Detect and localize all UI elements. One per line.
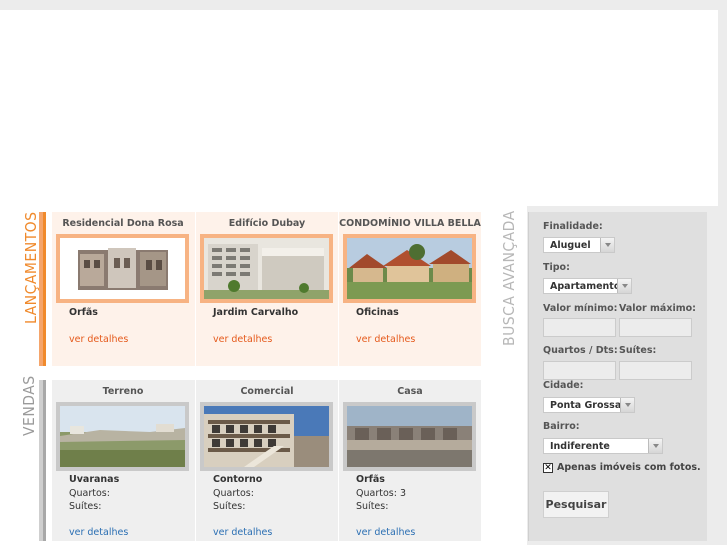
- sale-card: Terreno Uvaranas Quartos: Suítes: ver de…: [52, 380, 194, 541]
- launch-card-image[interactable]: [347, 238, 472, 299]
- launch-card-image-frame[interactable]: [56, 234, 189, 303]
- sale-card-location: Uvaranas: [69, 474, 120, 485]
- launch-card-details-link[interactable]: ver detalhes: [213, 334, 272, 345]
- sale-card-rooms: Quartos:: [69, 488, 110, 499]
- land-photo: [60, 406, 185, 467]
- search-section-label: BUSCA AVANÇADA: [500, 210, 518, 346]
- sale-card-details-link[interactable]: ver detalhes: [213, 527, 272, 538]
- launch-card-image-frame[interactable]: ​: [200, 234, 333, 303]
- advanced-search-panel: Finalidade: Aluguel Tipo: Apartamento Va…: [528, 212, 707, 541]
- launch-card-title[interactable]: CONDOMÍNIO VILLA BELLA: [339, 218, 481, 229]
- sale-card-image-frame[interactable]: [200, 402, 333, 471]
- suites-input[interactable]: [619, 361, 692, 380]
- house-street-photo: [347, 406, 472, 467]
- suites-label: Suítes:: [619, 345, 657, 356]
- commercial-building-photo: [204, 406, 329, 467]
- launch-card-image-frame[interactable]: [343, 234, 476, 303]
- sale-card-image[interactable]: [60, 406, 185, 467]
- chevron-down-icon: [620, 398, 634, 412]
- launch-card-image[interactable]: ​: [204, 238, 329, 299]
- chevron-down-icon: [648, 439, 662, 453]
- sale-card-location: Orfãs: [356, 474, 385, 485]
- valor-minimo-input[interactable]: [543, 318, 616, 337]
- quartos-label: Quartos / Dts:: [543, 345, 618, 356]
- valor-maximo-input[interactable]: [619, 318, 692, 337]
- chevron-down-icon: [600, 238, 614, 252]
- sale-card-rooms: Quartos: 3: [356, 488, 406, 499]
- cidade-value: Ponta Grossa: [550, 400, 622, 411]
- houses-photo: [347, 238, 472, 299]
- sale-card-suites: Suítes:: [69, 501, 102, 512]
- sale-card: Casa Orfãs Quartos: 3 Suítes: ver detalh…: [338, 380, 480, 541]
- sale-card-image[interactable]: [347, 406, 472, 467]
- sale-card-image-frame[interactable]: [56, 402, 189, 471]
- page: LANÇAMENTOS Residencial Dona Rosa Orfãs …: [0, 0, 727, 545]
- launch-card-location: Oficinas: [356, 307, 399, 318]
- launch-card-title[interactable]: Residencial Dona Rosa: [52, 218, 194, 229]
- sale-card: Comercial Contorno Quartos: Suítes: ver …: [195, 380, 337, 541]
- sale-card-details-link[interactable]: ver detalhes: [69, 527, 128, 538]
- launch-card-title[interactable]: Edifício Dubay: [196, 218, 338, 229]
- sale-card-suites: Suítes:: [213, 501, 246, 512]
- chevron-down-icon: [617, 279, 631, 293]
- building-photo: ​: [204, 238, 329, 299]
- fotos-checkbox[interactable]: ✕: [543, 463, 553, 473]
- sale-card-details-link[interactable]: ver detalhes: [356, 527, 415, 538]
- bairro-value: Indiferente: [550, 441, 610, 452]
- bairro-select[interactable]: Indiferente: [543, 438, 663, 454]
- fotos-checkbox-label[interactable]: Apenas imóveis com fotos.: [557, 462, 701, 473]
- launch-card-details-link[interactable]: ver detalhes: [69, 334, 128, 345]
- sale-card-title[interactable]: Comercial: [196, 386, 338, 397]
- launches-accent-bar-dark: [43, 212, 46, 366]
- sale-card-title[interactable]: Casa: [339, 386, 481, 397]
- search-button[interactable]: Pesquisar: [543, 491, 609, 518]
- cidade-select[interactable]: Ponta Grossa: [543, 397, 635, 413]
- bairro-label: Bairro:: [543, 421, 580, 432]
- finalidade-value: Aluguel: [550, 240, 591, 251]
- header-banner-area: [12, 10, 718, 206]
- sale-card-title[interactable]: Terreno: [52, 386, 194, 397]
- launch-card: Residencial Dona Rosa Orfãs ver detalhes: [52, 212, 194, 366]
- quartos-input[interactable]: [543, 361, 616, 380]
- sales-section-label: VENDAS: [20, 375, 38, 436]
- valor-maximo-label: Valor máximo:: [619, 303, 696, 314]
- left-margin: [0, 10, 12, 545]
- sale-card-rooms: Quartos:: [213, 488, 254, 499]
- finalidade-label: Finalidade:: [543, 221, 603, 232]
- launch-card: CONDOMÍNIO VILLA BELLA Oficinas ver deta…: [338, 212, 481, 366]
- sales-accent-bar-dark: [43, 380, 46, 541]
- launches-panel: Residencial Dona Rosa Orfãs ver detalhes…: [52, 212, 481, 366]
- sale-card-location: Contorno: [213, 474, 263, 485]
- launch-card: Edifício Dubay ​: [195, 212, 337, 366]
- launches-section-label: LANÇAMENTOS: [22, 211, 40, 324]
- building-photo: [60, 238, 185, 299]
- cidade-label: Cidade:: [543, 380, 584, 391]
- sales-panel: Terreno Uvaranas Quartos: Suítes: ver de…: [52, 380, 481, 541]
- sale-card-image-frame[interactable]: [343, 402, 476, 471]
- sale-card-suites: Suítes:: [356, 501, 389, 512]
- launch-card-location: Jardim Carvalho: [213, 307, 299, 318]
- sale-card-image[interactable]: [204, 406, 329, 467]
- launch-card-image[interactable]: [60, 238, 185, 299]
- launch-card-details-link[interactable]: ver detalhes: [356, 334, 415, 345]
- tipo-select[interactable]: Apartamento: [543, 278, 632, 294]
- valor-minimo-label: Valor mínimo:: [543, 303, 618, 314]
- tipo-value: Apartamento: [550, 281, 621, 292]
- tipo-label: Tipo:: [543, 262, 570, 273]
- finalidade-select[interactable]: Aluguel: [543, 237, 615, 253]
- launch-card-location: Orfãs: [69, 307, 98, 318]
